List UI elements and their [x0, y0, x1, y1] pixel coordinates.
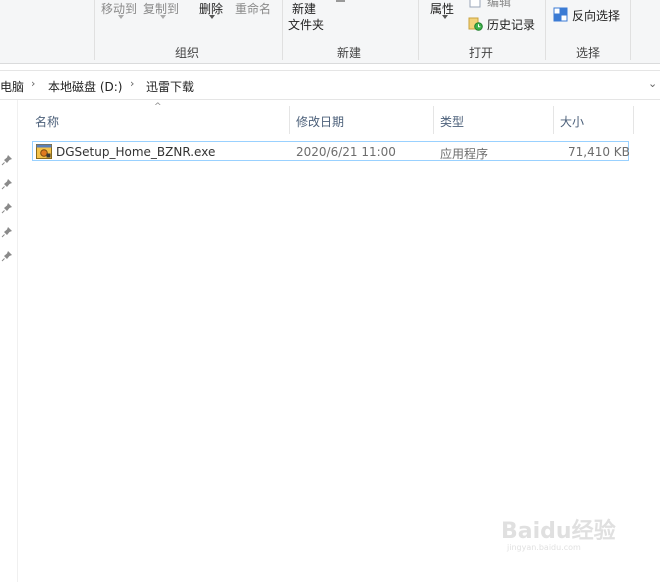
history-button[interactable]: 历史记录 — [487, 16, 535, 33]
pin-icon[interactable] — [1, 226, 13, 238]
edit-button[interactable]: 编辑 — [487, 0, 511, 10]
history-icon — [468, 17, 483, 31]
move-to-dropdown-arrow[interactable] — [118, 15, 124, 19]
ribbon: 移动到 复制到 删除 重命名 新建 文件夹 属性 编辑 历史记录 反向选择 组织… — [0, 0, 660, 64]
pin-icon[interactable] — [1, 202, 13, 214]
baidu-jingyan-watermark: Baidu经验 jingyan.baidu.com — [501, 518, 616, 552]
delete-dropdown-arrow[interactable] — [209, 15, 215, 19]
file-type: 应用程序 — [440, 147, 489, 161]
chevron-right-icon[interactable]: › — [130, 77, 134, 90]
group-label-organize: 组织 — [175, 46, 200, 60]
rename-button[interactable]: 重命名 — [235, 0, 271, 17]
column-divider[interactable] — [553, 106, 554, 134]
pin-icon[interactable] — [1, 154, 13, 166]
copy-to-dropdown-arrow[interactable] — [160, 15, 166, 19]
group-label-new: 新建 — [337, 46, 362, 60]
new-folder-button-line2[interactable]: 文件夹 — [288, 16, 324, 33]
breadcrumb-this-pc[interactable]: 电脑 — [0, 78, 24, 95]
invert-selection-button[interactable]: 反向选择 — [572, 7, 620, 24]
breadcrumb-drive-d[interactable]: 本地磁盘 (D:) — [48, 78, 122, 95]
group-label-select: 选择 — [576, 46, 601, 60]
edit-icon — [469, 0, 481, 8]
group-separator — [282, 0, 283, 60]
table-row[interactable]: DGSetup_Home_BZNR.exe 2020/6/21 11:00 应用… — [32, 141, 630, 161]
new-folder-button-line1[interactable]: 新建 — [292, 0, 316, 17]
watermark-text: Baidu经验 — [501, 518, 616, 544]
column-divider[interactable] — [433, 106, 434, 134]
file-modified: 2020/6/21 11:00 — [296, 145, 396, 159]
navigation-pane — [0, 100, 18, 582]
chevron-down-icon[interactable]: ⌄ — [648, 77, 657, 90]
watermark-sub: jingyan.baidu.com — [506, 543, 581, 552]
group-separator — [94, 0, 95, 60]
group-separator — [630, 0, 631, 60]
properties-dropdown-arrow[interactable] — [442, 15, 448, 19]
pin-icon[interactable] — [1, 250, 13, 262]
breadcrumb-thunder-downloads[interactable]: 迅雷下载 — [146, 78, 194, 95]
column-divider[interactable] — [289, 106, 290, 134]
group-label-open: 打开 — [469, 46, 494, 60]
pin-icon[interactable] — [1, 178, 13, 190]
address-bar[interactable]: 电脑 › 本地磁盘 (D:) › 迅雷下载 ⌄ — [0, 70, 660, 100]
invert-selection-icon — [553, 7, 568, 22]
column-header-size[interactable]: 大小 — [560, 113, 584, 130]
column-header-name[interactable]: 名称 — [35, 113, 59, 130]
sort-ascending-icon: ^ — [154, 102, 162, 112]
file-size: 71,410 KB — [568, 145, 630, 159]
column-header-type[interactable]: 类型 — [440, 113, 464, 130]
chevron-right-icon[interactable]: › — [31, 77, 35, 90]
exe-file-icon — [36, 144, 52, 159]
group-separator — [418, 0, 419, 60]
column-header-modified[interactable]: 修改日期 — [296, 113, 344, 130]
new-item-icon[interactable] — [336, 0, 345, 2]
column-divider[interactable] — [633, 106, 634, 134]
file-name: DGSetup_Home_BZNR.exe — [56, 145, 216, 159]
group-separator — [545, 0, 546, 60]
